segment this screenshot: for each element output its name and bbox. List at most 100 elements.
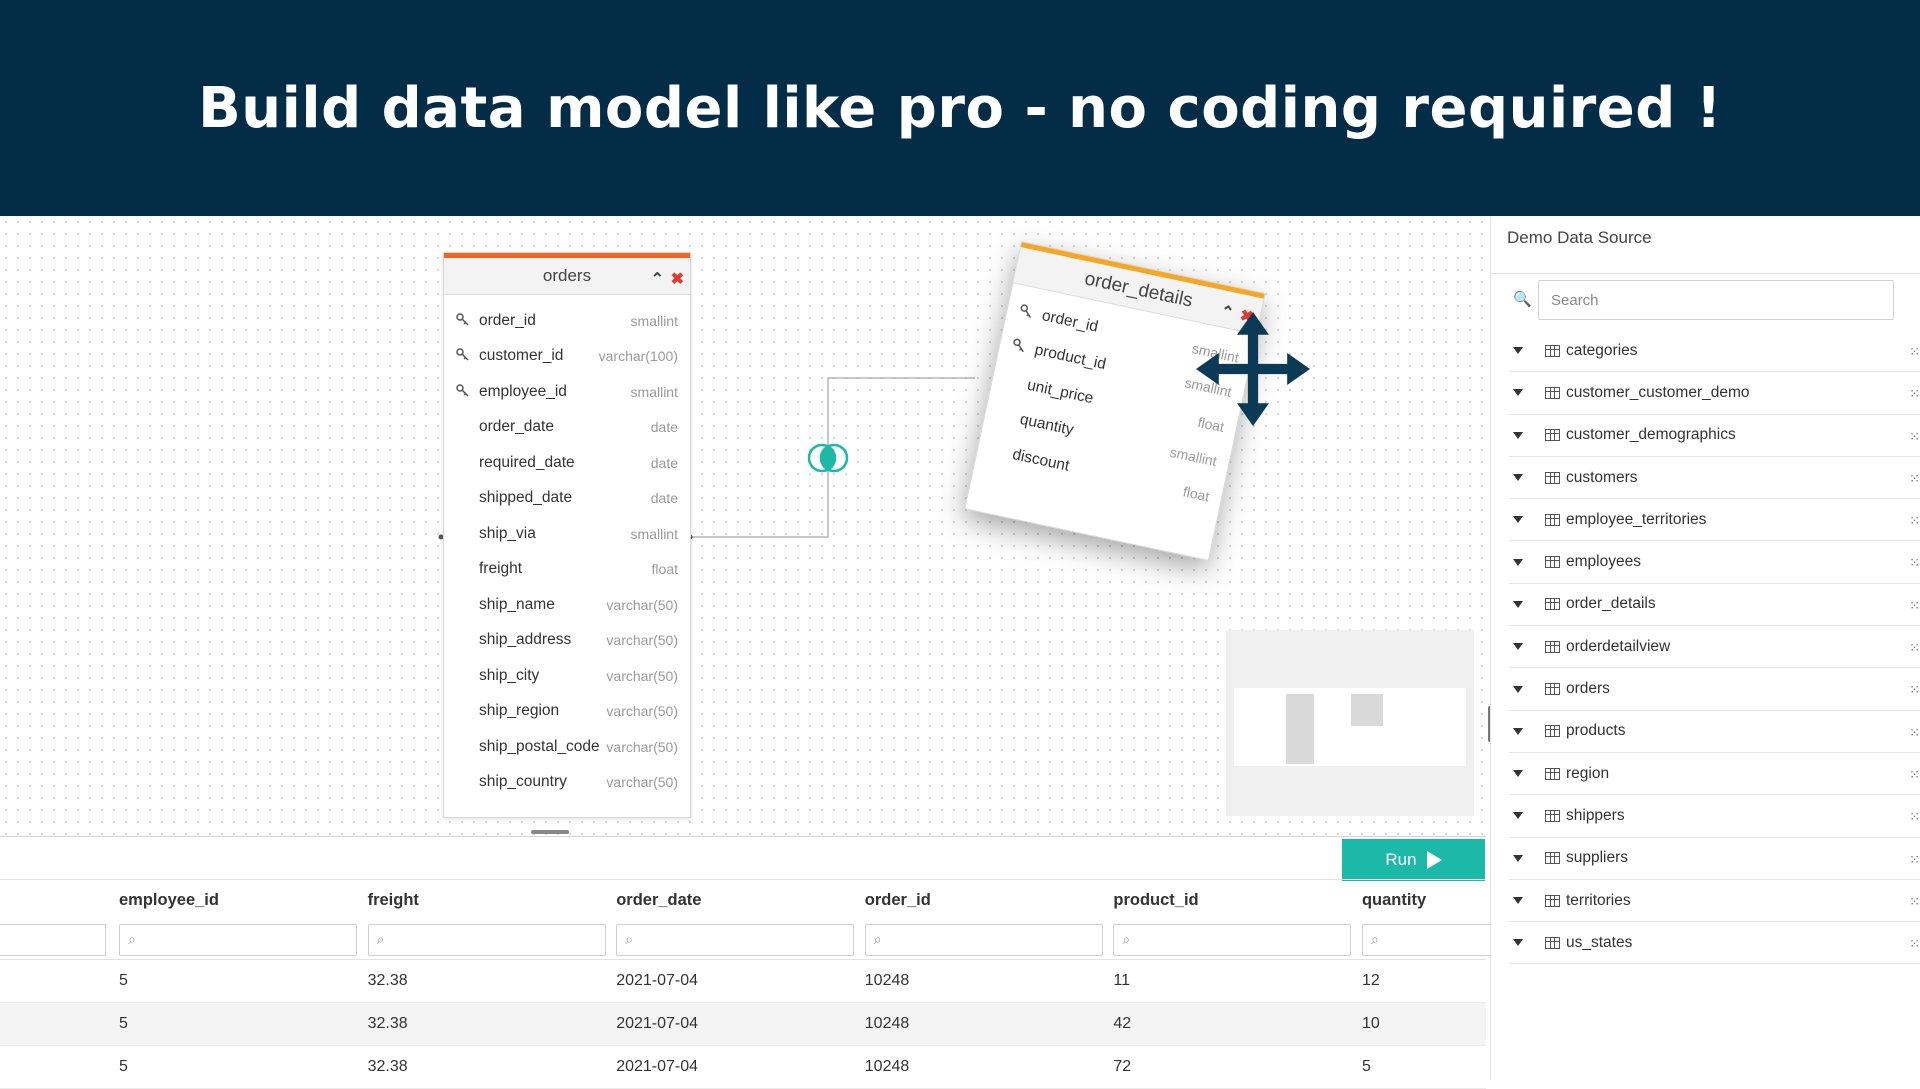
caret-down-icon[interactable] xyxy=(1513,347,1523,355)
drag-handle-icon[interactable]: ⁙ xyxy=(1909,725,1920,741)
column-header[interactable]: order_id xyxy=(865,891,1114,910)
column-filter-input[interactable] xyxy=(0,923,106,956)
column-filter-input[interactable]: ⌕ xyxy=(616,923,855,956)
table-icon xyxy=(1545,471,1560,484)
resize-handle[interactable] xyxy=(531,830,569,834)
caret-down-icon[interactable] xyxy=(1513,939,1523,947)
search-input[interactable] xyxy=(1538,280,1894,320)
table-row[interactable]: 5 32.38 2021-07-04 10248 11 12 xyxy=(0,960,1486,1003)
drag-handle-icon[interactable]: ⁙ xyxy=(1909,471,1920,487)
caret-down-icon[interactable] xyxy=(1513,643,1523,651)
column-filter-cell: ⌕ xyxy=(119,923,368,956)
field-type: date xyxy=(650,454,678,471)
minimap-viewport[interactable] xyxy=(1234,688,1466,766)
sidebar-table-item[interactable]: order_details ⁙ xyxy=(1509,584,1920,627)
table-icon xyxy=(1545,767,1560,780)
orders-card-header[interactable]: orders ⌃ ✖ xyxy=(444,253,690,295)
drag-handle-icon[interactable]: ⁙ xyxy=(1909,513,1920,529)
search-icon: ⌕ xyxy=(128,930,136,947)
caret-down-icon[interactable] xyxy=(1513,770,1523,778)
drag-handle-icon[interactable]: ⁙ xyxy=(1909,936,1920,952)
drag-handle-icon[interactable]: ⁙ xyxy=(1909,386,1920,402)
sidebar-table-item[interactable]: employees ⁙ xyxy=(1509,541,1920,584)
search-icon: 🔍 xyxy=(1513,291,1532,308)
field-row[interactable]: ship_address varchar(50) xyxy=(456,623,678,659)
field-type: varchar(50) xyxy=(606,738,678,755)
table-icon xyxy=(1545,725,1560,738)
column-filter-input[interactable]: ⌕ xyxy=(367,923,606,956)
model-canvas[interactable]: orders ⌃ ✖ order_id smallint customer_id va… xyxy=(0,216,1490,836)
field-row[interactable]: ship_postal_code varchar(50) xyxy=(456,729,678,765)
column-header[interactable]: product_id xyxy=(1113,891,1362,910)
sidebar-table-item[interactable]: products ⁙ xyxy=(1509,711,1920,753)
drag-handle-icon[interactable]: ⁙ xyxy=(1909,429,1920,445)
caret-down-icon[interactable] xyxy=(1513,474,1523,482)
drag-handle-icon[interactable]: ⁙ xyxy=(1909,767,1920,783)
column-filter-input[interactable]: ⌕ xyxy=(1113,923,1352,956)
canvas-minimap[interactable] xyxy=(1226,630,1474,816)
column-header[interactable]: order_date xyxy=(616,891,865,910)
inner-join-icon[interactable] xyxy=(807,443,849,473)
column-filter-input[interactable]: ⌕ xyxy=(1361,923,1492,956)
close-icon[interactable]: ✖ xyxy=(671,269,684,289)
table-cell: 5 xyxy=(119,972,128,989)
field-row[interactable]: required_date date xyxy=(456,445,678,481)
caret-down-icon[interactable] xyxy=(1513,600,1523,608)
caret-down-icon[interactable] xyxy=(1513,727,1523,735)
field-row[interactable]: order_date date xyxy=(456,410,678,446)
caret-down-icon[interactable] xyxy=(1513,558,1523,566)
column-header[interactable]: employee_id xyxy=(119,891,368,910)
sidebar-table-item[interactable]: customer_customer_demo ⁙ xyxy=(1509,372,1920,415)
orders-table-card[interactable]: orders ⌃ ✖ order_id smallint customer_id va… xyxy=(443,252,691,818)
search-icon: ⌕ xyxy=(873,930,882,947)
table-row[interactable]: 5 32.38 2021-07-04 10248 72 5 xyxy=(0,1046,1486,1089)
field-row[interactable]: customer_id varchar(100) xyxy=(456,339,678,375)
sidebar-table-item[interactable]: employee_territories ⁙ xyxy=(1509,499,1920,542)
sidebar-table-item[interactable]: us_states ⁙ xyxy=(1509,922,1920,965)
field-row[interactable]: shipped_date date xyxy=(456,481,678,517)
drag-handle-icon[interactable]: ⁙ xyxy=(1909,598,1920,614)
caret-down-icon[interactable] xyxy=(1513,897,1523,904)
field-row[interactable]: freight float xyxy=(456,552,678,588)
field-row[interactable]: order_id smallint xyxy=(456,303,678,339)
field-name: ship_postal_code xyxy=(479,737,600,755)
column-filter-input[interactable]: ⌕ xyxy=(864,923,1103,956)
move-icon[interactable] xyxy=(1196,312,1310,426)
sidebar-table-item[interactable]: suppliers ⁙ xyxy=(1509,838,1920,880)
chevron-up-icon[interactable]: ⌃ xyxy=(651,269,664,289)
column-header[interactable]: freight xyxy=(368,891,617,910)
drag-handle-icon[interactable]: ⁙ xyxy=(1909,852,1920,868)
banner-title: Build data model like pro - no coding re… xyxy=(198,75,1722,141)
caret-down-icon[interactable] xyxy=(1513,812,1523,820)
drag-handle-icon[interactable]: ⁙ xyxy=(1909,682,1920,698)
caret-down-icon[interactable] xyxy=(1513,516,1523,524)
sidebar-table-item[interactable]: customer_demographics ⁙ xyxy=(1509,415,1920,457)
caret-down-icon[interactable] xyxy=(1513,431,1523,439)
drag-handle-icon[interactable]: ⁙ xyxy=(1909,555,1920,571)
sidebar-table-item[interactable]: region ⁙ xyxy=(1509,753,1920,796)
caret-down-icon[interactable] xyxy=(1513,389,1523,397)
run-button[interactable]: Run xyxy=(1342,839,1485,881)
drag-handle-icon[interactable]: ⁙ xyxy=(1909,894,1920,910)
sidebar-table-item[interactable]: territories ⁙ xyxy=(1509,880,1920,923)
sidebar-table-item[interactable]: orders ⁙ xyxy=(1509,668,1920,711)
caret-down-icon[interactable] xyxy=(1513,854,1523,862)
field-name: required_date xyxy=(479,453,575,471)
field-row[interactable]: ship_region varchar(50) xyxy=(456,694,678,730)
field-row[interactable]: employee_id smallint xyxy=(456,374,678,410)
field-row[interactable]: ship_name varchar(50) xyxy=(456,587,678,623)
field-row[interactable]: ship_via smallint xyxy=(456,516,678,552)
sidebar-table-item[interactable]: categories ⁙ xyxy=(1509,330,1920,373)
drag-handle-icon[interactable]: ⁙ xyxy=(1909,344,1920,360)
table-row[interactable]: 5 32.38 2021-07-04 10248 42 10 xyxy=(0,1003,1486,1046)
column-filter-input[interactable]: ⌕ xyxy=(119,923,357,956)
field-type: smallint xyxy=(630,312,678,329)
sidebar-table-item[interactable]: shippers ⁙ xyxy=(1509,795,1920,838)
sidebar-table-item[interactable]: orderdetailview ⁙ xyxy=(1509,626,1920,669)
sidebar-table-item[interactable]: customers ⁙ xyxy=(1509,457,1920,500)
drag-handle-icon[interactable]: ⁙ xyxy=(1909,809,1920,825)
drag-handle-icon[interactable]: ⁙ xyxy=(1909,640,1920,656)
field-row[interactable]: ship_city varchar(50) xyxy=(456,658,678,694)
caret-down-icon[interactable] xyxy=(1513,685,1523,693)
field-row[interactable]: ship_country varchar(50) xyxy=(456,765,678,801)
